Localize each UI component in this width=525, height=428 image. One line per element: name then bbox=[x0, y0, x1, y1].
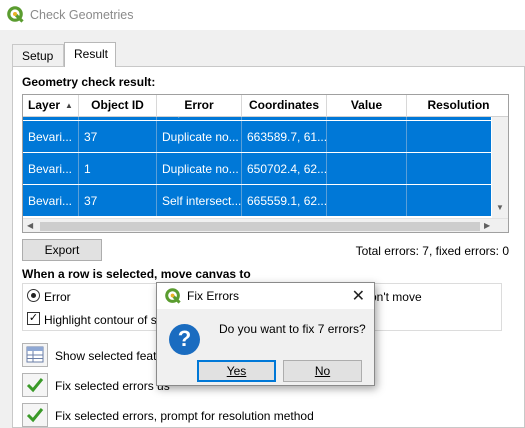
no-button[interactable]: No bbox=[283, 360, 362, 382]
canvas-move-heading: When a row is selected, move canvas to bbox=[22, 267, 251, 281]
checkmark-icon bbox=[26, 408, 44, 423]
fix-prompt-label: Fix selected errors, prompt for resoluti… bbox=[55, 409, 314, 423]
cell-resolution bbox=[407, 153, 491, 184]
export-button[interactable]: Export bbox=[22, 239, 102, 261]
cell-resolution bbox=[407, 185, 491, 216]
column-header-resolution[interactable]: Resolution bbox=[407, 95, 508, 117]
cell-coordinates: 650702.4, 62... bbox=[242, 153, 327, 184]
scroll-down-arrow-icon[interactable]: ▼ bbox=[496, 203, 504, 212]
cell-object-id: 37 bbox=[79, 185, 157, 216]
dialog-title-bar: Fix Errors ✕ bbox=[157, 283, 374, 309]
cell-object-id: 37 bbox=[79, 121, 157, 152]
cell-coordinates: 665559.1, 62... bbox=[242, 185, 327, 216]
table-icon bbox=[26, 346, 44, 363]
cell-coordinates: 663589.7, 61... bbox=[242, 121, 327, 152]
dialog-message: Do you want to fix 7 errors? bbox=[219, 322, 366, 336]
table-row[interactable]: Bevari... 37 Self intersect... 665559.1,… bbox=[23, 185, 491, 217]
table-body: Bevari... 37 Duplicate no... 663600.4, 6… bbox=[23, 108, 491, 217]
no-button-label: No bbox=[314, 364, 331, 378]
radio-dont-move-label[interactable]: on't move bbox=[370, 290, 422, 304]
horizontal-scroll-thumb[interactable] bbox=[40, 222, 480, 231]
error-totals: Total errors: 7, fixed errors: 0 bbox=[355, 244, 509, 258]
cell-value bbox=[327, 121, 407, 152]
cell-error: Duplicate no... bbox=[157, 121, 242, 152]
highlight-checkbox[interactable]: ✓ bbox=[27, 312, 40, 325]
horizontal-scrollbar[interactable]: ◀ ▶ bbox=[23, 218, 508, 232]
fix-errors-dialog: Fix Errors ✕ ? Do you want to fix 7 erro… bbox=[156, 282, 375, 386]
yes-button[interactable]: Yes bbox=[197, 360, 276, 382]
fix-default-button[interactable] bbox=[22, 373, 48, 397]
cell-layer: Bevari... bbox=[23, 153, 79, 184]
qgis-logo-icon bbox=[7, 6, 24, 23]
show-selected-button[interactable] bbox=[22, 343, 48, 367]
radio-error[interactable] bbox=[27, 289, 40, 302]
title-bar: Check Geometries bbox=[0, 0, 525, 30]
column-header-coordinates[interactable]: Coordinates bbox=[242, 95, 327, 117]
cell-resolution bbox=[407, 121, 491, 152]
cell-error: Duplicate no... bbox=[157, 153, 242, 184]
fix-default-label: Fix selected errors us bbox=[55, 379, 170, 393]
errors-table[interactable]: Layer ▲ Object ID Error Coordinates Value… bbox=[22, 94, 509, 233]
dialog-title: Fix Errors bbox=[187, 289, 239, 303]
radio-error-label: Error bbox=[44, 290, 71, 304]
table-row[interactable]: Bevari... 1 Duplicate no... 650702.4, 62… bbox=[23, 153, 491, 185]
show-selected-label: Show selected featur bbox=[55, 349, 168, 363]
cell-error: Self intersect... bbox=[157, 185, 242, 216]
vertical-scrollbar[interactable]: ▼ bbox=[492, 117, 508, 218]
yes-button-label: Yes bbox=[226, 364, 247, 378]
scroll-left-arrow-icon[interactable]: ◀ bbox=[27, 221, 33, 230]
window-title: Check Geometries bbox=[30, 8, 134, 22]
column-header-object-id[interactable]: Object ID bbox=[79, 95, 157, 117]
tab-result[interactable]: Result bbox=[64, 42, 116, 67]
cell-layer: Bevari... bbox=[23, 121, 79, 152]
cell-value bbox=[327, 185, 407, 216]
cell-value bbox=[327, 153, 407, 184]
tab-setup[interactable]: Setup bbox=[12, 44, 64, 66]
result-heading: Geometry check result: bbox=[22, 75, 156, 89]
sort-ascending-icon: ▲ bbox=[65, 101, 73, 110]
column-header-error[interactable]: Error bbox=[157, 95, 242, 117]
highlight-label: Highlight contour of sele bbox=[44, 313, 173, 327]
table-header: Layer ▲ Object ID Error Coordinates Value… bbox=[23, 95, 508, 117]
qgis-logo-icon bbox=[165, 288, 181, 304]
fix-prompt-button[interactable] bbox=[22, 403, 48, 427]
checkmark-icon bbox=[26, 378, 44, 393]
cell-layer: Bevari... bbox=[23, 185, 79, 216]
question-icon: ? bbox=[169, 324, 200, 355]
scroll-right-arrow-icon[interactable]: ▶ bbox=[484, 221, 490, 230]
table-row[interactable]: Bevari... 37 Duplicate no... 663589.7, 6… bbox=[23, 121, 491, 153]
cell-object-id: 1 bbox=[79, 153, 157, 184]
column-header-layer[interactable]: Layer ▲ bbox=[23, 95, 79, 117]
close-icon[interactable]: ✕ bbox=[352, 286, 365, 306]
column-header-value[interactable]: Value bbox=[327, 95, 407, 117]
